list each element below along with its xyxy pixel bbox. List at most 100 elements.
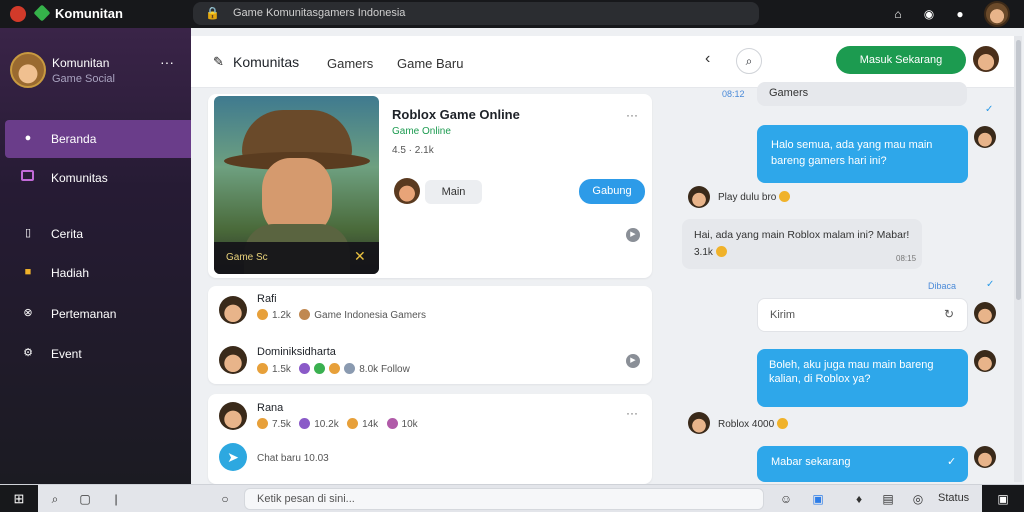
leaf-icon — [33, 4, 51, 22]
home-icon[interactable]: ⌂ — [889, 5, 907, 23]
bottom-bar: ⊞ ⌕ ▢ | ○ Ketik pesan di sini... ☺ ▣ ♦ ▤… — [0, 484, 1024, 512]
play-icon[interactable]: ▶ — [626, 354, 640, 368]
home-icon: ● — [24, 132, 32, 144]
check-icon: ✓ — [986, 279, 995, 290]
member-stat: 7.5k — [272, 419, 291, 430]
avatar[interactable] — [688, 186, 710, 208]
coin-icon — [257, 309, 268, 320]
reply-placeholder: Kirim — [770, 309, 796, 321]
mic-icon[interactable]: ♦ — [851, 491, 867, 507]
avatar[interactable] — [984, 1, 1010, 27]
member-stat: 1.2k — [272, 310, 291, 321]
sidebar-item-beranda[interactable]: ● Beranda — [5, 120, 191, 158]
star-icon — [347, 418, 359, 429]
user-name: Komunitan — [52, 56, 110, 70]
member-name: Rana — [257, 402, 284, 414]
message-time: 08:12 — [722, 89, 745, 99]
member-stat: 8.0k — [359, 364, 379, 375]
app-title: Komunitan — [55, 6, 123, 21]
game-subtitle: Game Online — [392, 126, 451, 137]
circle-icon[interactable]: ○ — [217, 491, 233, 507]
avatar[interactable] — [974, 350, 996, 372]
member-stat: 14k — [362, 419, 379, 430]
cta-button[interactable]: Masuk Sekarang — [836, 46, 966, 74]
notification-icon[interactable]: ▣ — [982, 485, 1024, 512]
window-icon[interactable]: ▢ — [77, 491, 93, 507]
avatar[interactable] — [219, 402, 247, 430]
game-meta: 4.5 · 2.1k — [392, 145, 434, 156]
chat-bubble: Hai, ada yang main Roblox malam ini? Mab… — [682, 219, 922, 269]
player-avatar[interactable] — [394, 178, 420, 204]
sidebar-item-pertemanan[interactable]: ⊗ Pertemanan — [5, 295, 191, 333]
main-header: ✎ Komunitas Gamers Game Baru ‹ ⌕ Masuk S… — [191, 36, 1014, 88]
member-meta: 7.5k 10.2k 14k 10k — [257, 418, 418, 430]
status-label: Status — [938, 492, 970, 504]
tab-game-baru[interactable]: Game Baru — [397, 56, 463, 71]
emoji-icon[interactable]: ● — [951, 5, 969, 23]
header-avatar[interactable] — [973, 46, 999, 72]
tab-gamers[interactable]: Gamers — [327, 56, 373, 71]
member-stat: 10.2k — [314, 419, 339, 430]
game-art[interactable]: Game Sc ✕ — [214, 96, 379, 274]
chat-text: Hai, ada yang main Roblox malam ini? Mab… — [694, 229, 910, 241]
chat-text: Roblox 4000 — [718, 418, 792, 430]
sidebar: Komunitan Game Social ··· ● Beranda Komu… — [0, 28, 191, 484]
user-avatar[interactable] — [10, 52, 46, 88]
chat-text: Gamers — [769, 87, 809, 99]
close-icon[interactable]: ✕ — [354, 248, 366, 265]
friends-icon: ⊗ — [23, 307, 33, 319]
play-icon[interactable]: ▶ — [626, 228, 640, 242]
chat-text-value: Play dulu bro — [718, 192, 777, 203]
play-chip[interactable]: Main — [425, 180, 482, 204]
badge-icon — [299, 309, 311, 320]
image-icon[interactable]: ▣ — [810, 491, 826, 507]
coin-icon — [257, 418, 268, 429]
avatar[interactable] — [974, 126, 996, 148]
game-title: Roblox Game Online — [392, 107, 520, 122]
refresh-icon[interactable]: ↻ — [944, 307, 954, 321]
check-icon: ✓ — [947, 456, 957, 468]
more-icon[interactable]: ··· — [626, 108, 638, 122]
join-button[interactable]: Gabung — [579, 179, 645, 204]
separator-icon: | — [114, 492, 118, 506]
emoji-icon[interactable]: ☺ — [778, 491, 794, 507]
sidebar-item-label: Cerita — [51, 227, 84, 241]
message-composer[interactable]: Ketik pesan di sini... — [244, 488, 764, 510]
record-icon[interactable]: ◉ — [920, 5, 938, 23]
user-subtitle: Game Social — [52, 73, 115, 85]
app-logo-icon — [10, 6, 26, 22]
emoji-icon — [779, 191, 791, 202]
sidebar-item-komunitas[interactable]: Komunitas — [5, 159, 191, 197]
more-icon[interactable]: ··· — [160, 54, 174, 70]
avatar[interactable] — [688, 412, 710, 434]
new-chat-icon[interactable]: ➤ — [219, 443, 247, 471]
scrollbar-thumb[interactable] — [1016, 40, 1021, 300]
sidebar-item-label: Hadiah — [51, 266, 90, 280]
avatar[interactable] — [219, 346, 247, 374]
sidebar-item-event[interactable]: ⚙ Event — [5, 335, 191, 373]
member-stat: Follow — [380, 364, 410, 375]
chevron-left-icon[interactable]: ‹ — [705, 50, 710, 68]
avatar[interactable] — [974, 302, 996, 324]
search-icon[interactable]: ⌕ — [736, 48, 762, 74]
member-stat: 10k — [401, 419, 418, 430]
global-search[interactable]: 🔒 Game Komunitasgamers Indonesia — [193, 2, 759, 25]
sticker-icon[interactable]: ▤ — [880, 491, 896, 507]
member-name: Dominiksidharta — [257, 346, 336, 358]
chat-bubble: Gamers — [757, 82, 967, 106]
emoji-icon — [715, 246, 727, 257]
search-icon[interactable]: ⌕ — [47, 491, 63, 507]
check-icon: ✓ — [985, 104, 994, 115]
sidebar-item-hadiah[interactable]: ■ Hadiah — [5, 254, 191, 292]
windows-icon[interactable]: ⊞ — [0, 485, 38, 512]
sidebar-item-cerita[interactable]: ▯ Cerita — [5, 215, 191, 253]
more-icon[interactable]: ··· — [626, 406, 638, 420]
avatar[interactable] — [974, 446, 996, 468]
avatar[interactable] — [219, 296, 247, 324]
new-chat-label: Chat baru 10.03 — [257, 453, 329, 464]
global-search-text: Game Komunitasgamers Indonesia — [233, 7, 406, 19]
edit-icon[interactable]: ✎ — [213, 54, 224, 70]
camera-icon[interactable]: ◎ — [910, 491, 926, 507]
reply-input[interactable]: Kirim ↻ — [757, 298, 968, 332]
chat-text: Mabar sekarang — [771, 456, 851, 468]
